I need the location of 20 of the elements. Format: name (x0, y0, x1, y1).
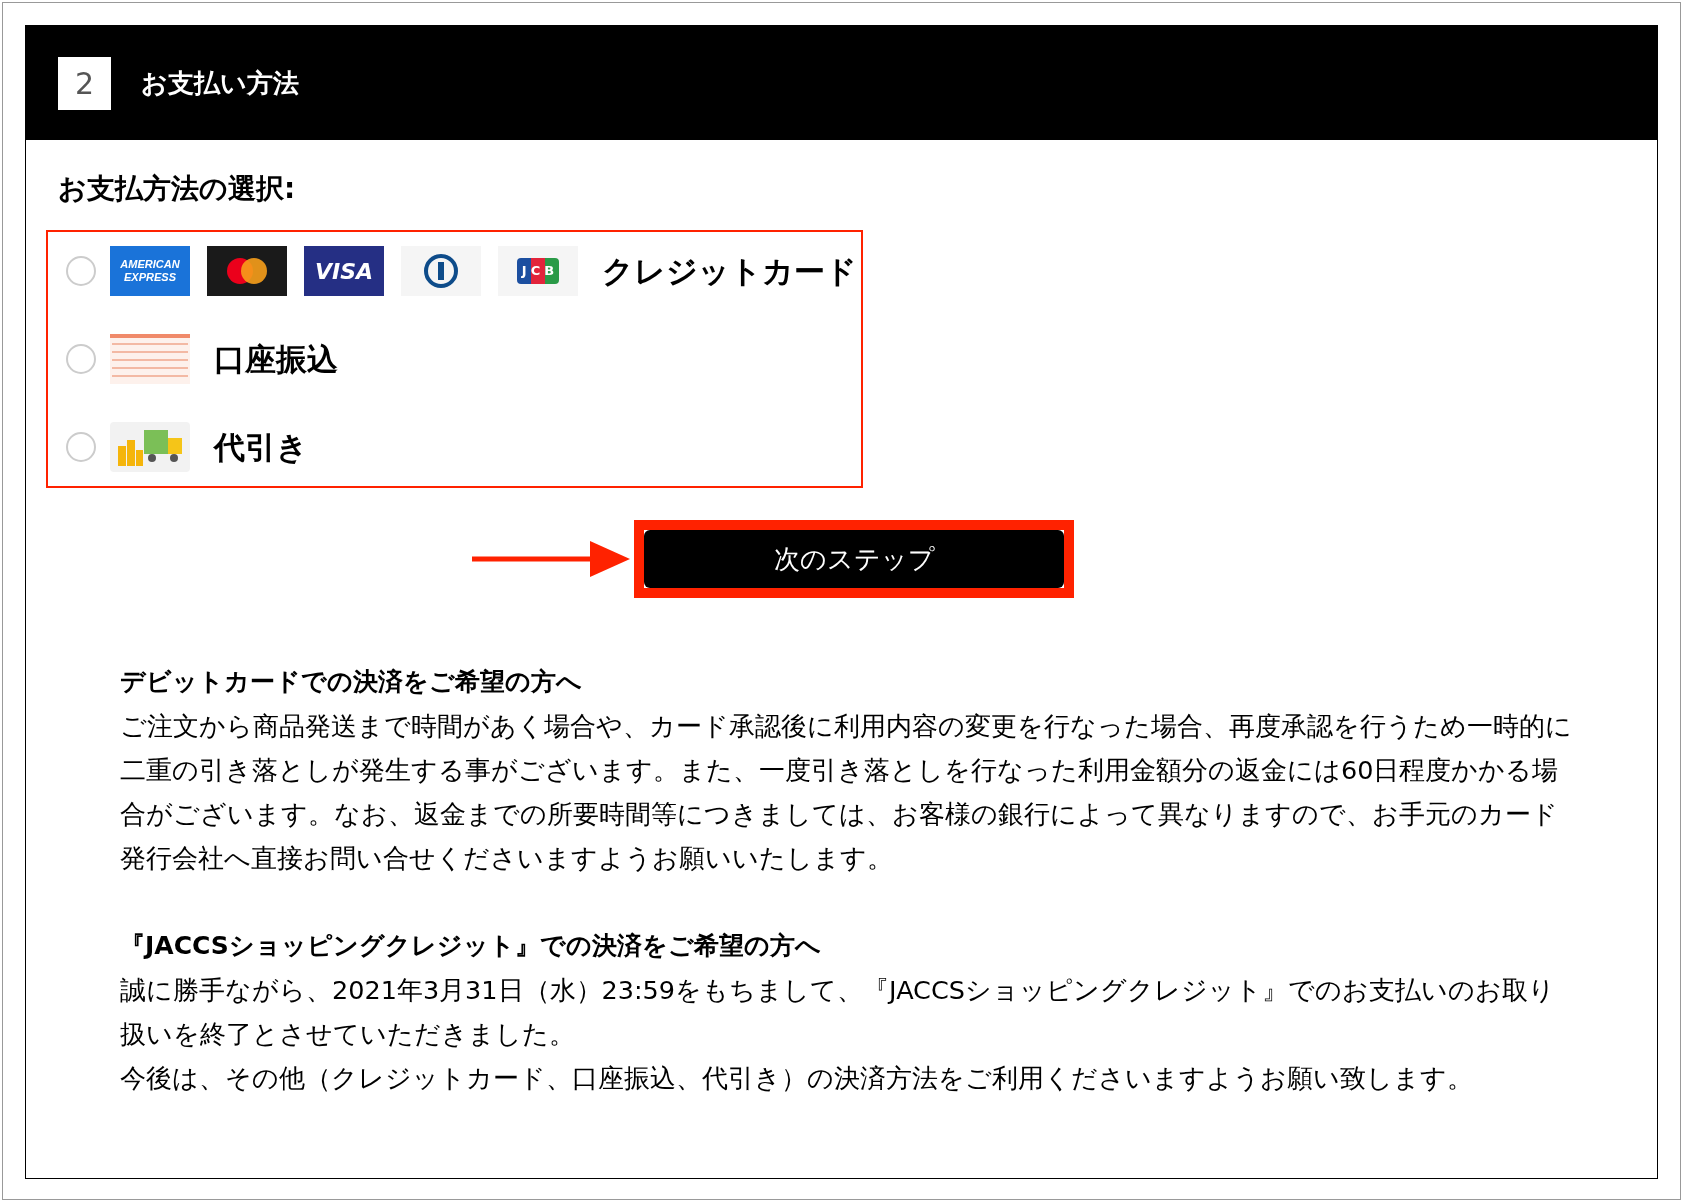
amex-logo: AMERICAN EXPRESS (110, 246, 190, 296)
section-title: お支払い方法 (141, 66, 299, 100)
option-label: 口座振込 (214, 339, 338, 379)
notice-text: 今後は、その他（クレジットカード、口座振込、代引き）の決済方法をご利用くださいますようお願い致します。 (120, 1062, 1474, 1095)
next-step-button[interactable]: 次のステップ (644, 530, 1064, 588)
step-number: 2 (58, 56, 111, 110)
option-label: クレジットカード (602, 251, 857, 291)
notice-heading: デビットカードでの決済をご希望の方へ (120, 666, 583, 698)
visa-logo: VISA (304, 246, 384, 296)
notice-heading: 『JACCSショッピングクレジット』での決済をご希望の方へ (120, 930, 822, 962)
notice-text: ご注文から商品発送まで時間があく場合や、カード承認後に利用内容の変更を行なった場合、再度承認を行うため一時的に二重の引き落としが発生する事がございます。また、一度引き落としを行なった利用金額分の返金には60日程度かかる場合がございます。なお、返金までの所要時間等につきましては、お客様の銀行によって異なりますので、お手元のカード発行会社へ直接お問い合せくださいますようお願いいたします。 (120, 710, 1573, 875)
transfer-form-icon (110, 334, 190, 384)
payment-method-label: お支払方法の選択: (58, 171, 297, 207)
radio-button[interactable] (66, 432, 96, 462)
coins-truck-icon (110, 422, 190, 472)
notice-text: 誠に勝手ながら、2021年3月31日（水）23:59をもちまして、『JACCSショッピングクレジット』でのお支払いのお取り扱いを終了とさせていただきました。 (120, 974, 1556, 1051)
radio-button[interactable] (66, 256, 96, 286)
arrow-icon (472, 539, 632, 579)
option-label: 代引き (214, 427, 308, 467)
radio-button[interactable] (66, 344, 96, 374)
